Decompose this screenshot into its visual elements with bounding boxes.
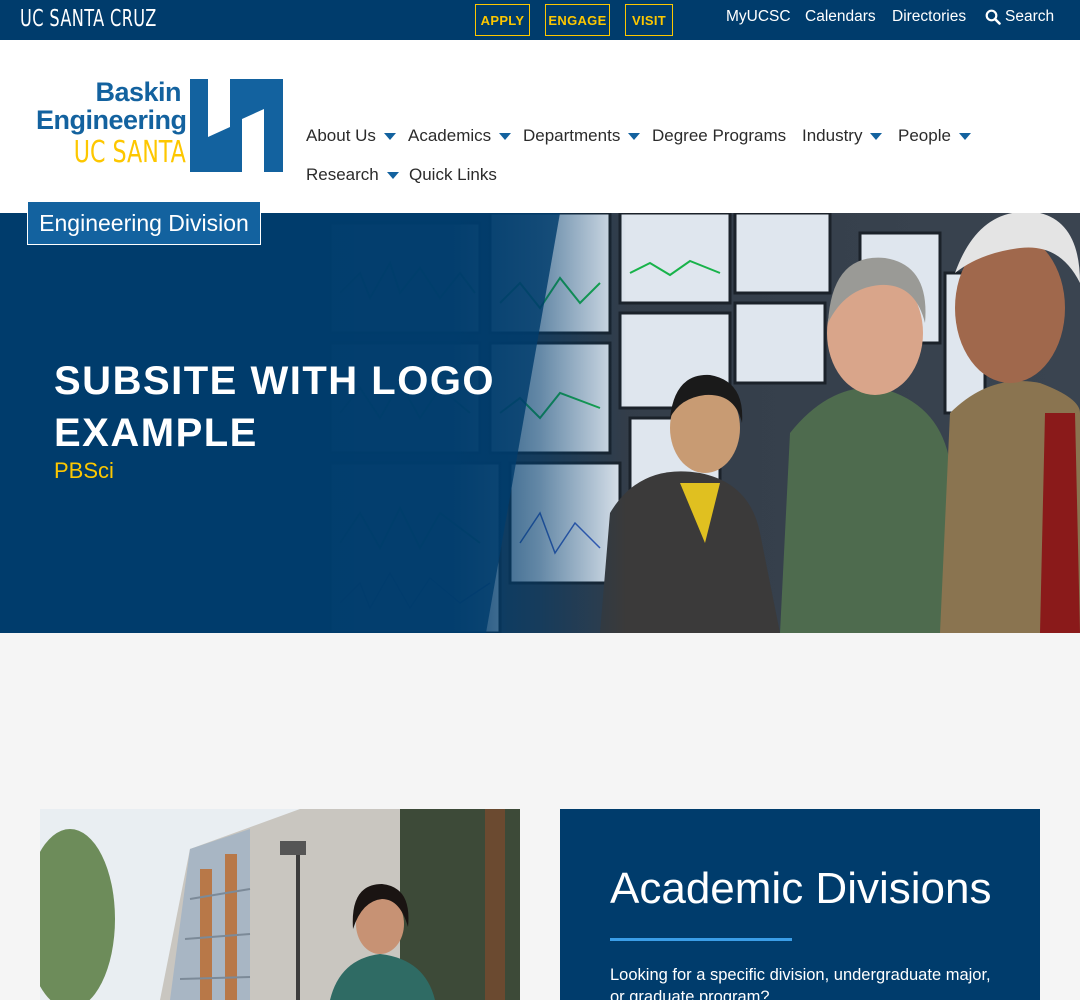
hero-subtitle: PBSci: [54, 458, 114, 483]
division-badge[interactable]: Engineering Division: [27, 201, 261, 245]
nav-people-label: People: [898, 126, 951, 145]
logo-wordmark: Baskin Engineering UC SANTA CRUZ: [36, 77, 255, 172]
search-icon: [985, 9, 1001, 25]
chevron-down-icon: [870, 132, 883, 140]
ucsc-wordmark[interactable]: UC SANTA CRUZ: [20, 6, 157, 32]
nav-about-us[interactable]: About Us: [306, 126, 396, 146]
nav-departments[interactable]: Departments: [523, 126, 641, 146]
logo-mark-icon: [190, 79, 283, 172]
nav-departments-label: Departments: [523, 126, 621, 145]
calendars-link[interactable]: Calendars: [805, 8, 876, 26]
academic-divisions-text: Looking for a specific division, undergr…: [610, 966, 991, 1000]
nav-academics[interactable]: Academics: [408, 126, 512, 146]
nav-about-us-label: About Us: [306, 126, 376, 145]
nav-degree-programs[interactable]: Degree Programs: [652, 126, 786, 146]
myucsc-link[interactable]: MyUCSC: [726, 8, 791, 26]
chevron-down-icon: [499, 132, 512, 140]
visit-button[interactable]: VISIT: [625, 4, 673, 36]
student-photo: [40, 809, 520, 1000]
chevron-down-icon: [383, 132, 396, 140]
top-utility-bar: UC SANTA CRUZ APPLY ENGAGE VISIT MyUCSC …: [0, 0, 1080, 40]
nav-quick-links[interactable]: Quick Links: [409, 165, 497, 185]
nav-research[interactable]: Research: [306, 165, 399, 185]
hero-title: SUBSITE WITH LOGO EXAMPLE: [54, 359, 496, 455]
chevron-down-icon: [386, 171, 399, 179]
nav-academics-label: Academics: [408, 126, 492, 145]
nav-people[interactable]: People: [898, 126, 971, 146]
chevron-down-icon: [628, 132, 641, 140]
site-header: Baskin Engineering UC SANTA CRUZ About U…: [0, 40, 1080, 213]
nav-research-label: Research: [306, 165, 379, 184]
logo-line-ucsc: UC SANTA CRUZ: [73, 135, 255, 170]
title-underline: [610, 938, 792, 941]
academic-divisions-title: Academic Divisions: [610, 864, 992, 913]
apply-button[interactable]: APPLY: [475, 4, 530, 36]
search-link[interactable]: Search: [985, 8, 1054, 26]
chevron-down-icon: [958, 132, 971, 140]
academic-divisions-card[interactable]: Academic Divisions Looking for a specifi…: [560, 809, 1040, 1000]
nav-degree-programs-label: Degree Programs: [652, 126, 787, 145]
student-photo-image: [40, 809, 520, 1000]
engage-button[interactable]: ENGAGE: [545, 4, 610, 36]
baskin-engineering-logo[interactable]: Baskin Engineering UC SANTA CRUZ: [36, 78, 284, 174]
hero-banner: SUBSITE WITH LOGO EXAMPLE PBSci: [0, 213, 1080, 633]
nav-industry[interactable]: Industry: [802, 126, 883, 146]
directories-link[interactable]: Directories: [892, 8, 966, 26]
nav-industry-label: Industry: [802, 126, 863, 145]
logo-line-baskin: Baskin: [95, 77, 181, 107]
nav-quick-links-label: Quick Links: [409, 165, 497, 184]
logo-line-engineering: Engineering: [36, 105, 187, 135]
search-label: Search: [1005, 8, 1055, 25]
